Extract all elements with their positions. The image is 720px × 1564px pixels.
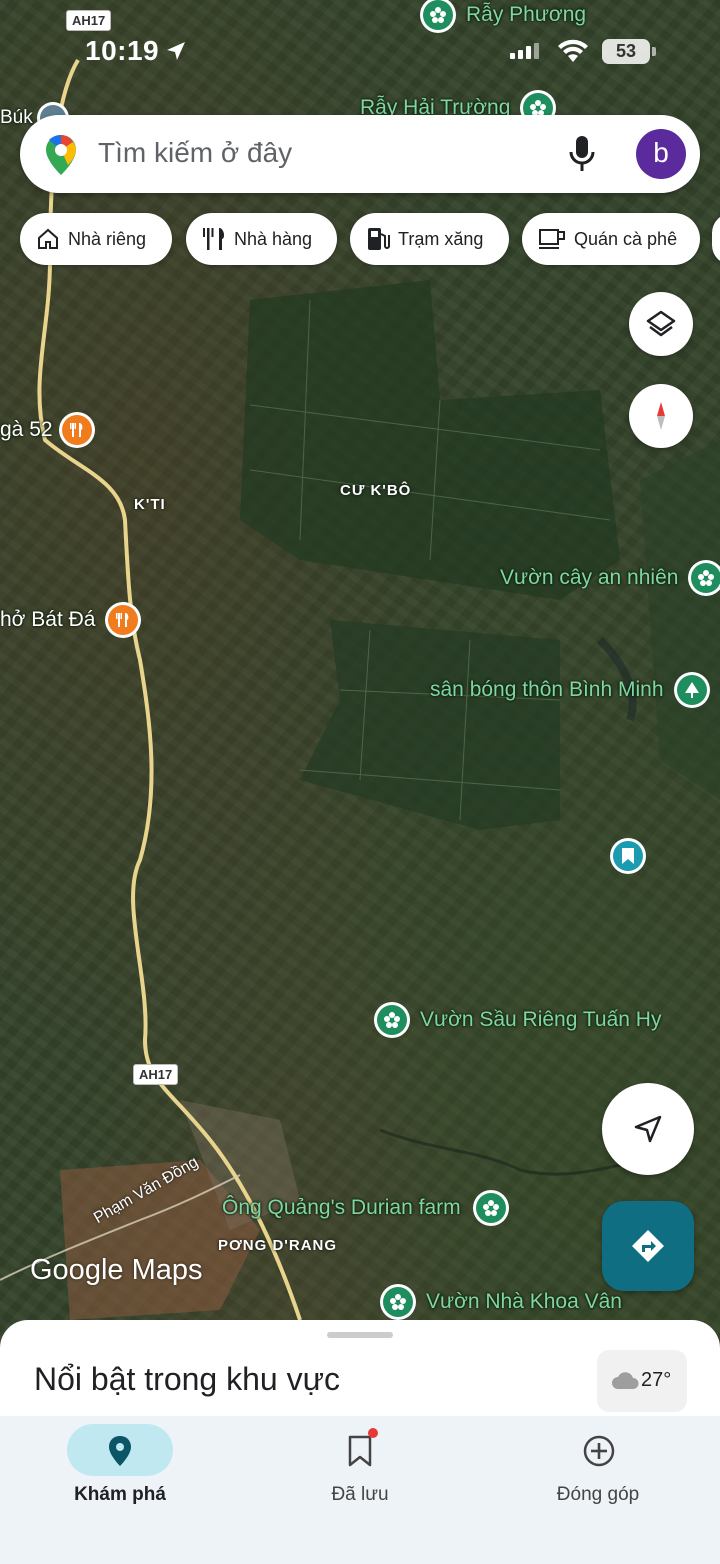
chip-gas-station[interactable]: Trạm xăng [350, 213, 509, 265]
chip-label: Nhà hàng [234, 228, 313, 249]
place-label-cu-kbo: CƯ K'BÔ [340, 482, 412, 499]
poi-san-bong-thon-binh-minh[interactable]: sân bóng thôn Bình Minh [430, 672, 710, 708]
tab-explore[interactable]: Khám phá [0, 1416, 240, 1516]
restaurant-icon [105, 602, 142, 638]
status-bar: 10:19 53 [0, 0, 720, 105]
poi-vuon-cay-an-nhien[interactable]: Vườn cây an nhiên [500, 560, 720, 596]
chip-label: Nhà riêng [68, 228, 147, 249]
status-time: 10:19 [85, 35, 160, 66]
tab-label: Đã lưu [331, 1484, 389, 1505]
search-bar[interactable]: Tìm kiếm ở đây b [20, 115, 700, 193]
location-arrow-icon [167, 42, 185, 60]
cloud-icon [612, 1372, 639, 1389]
poi-label: Vườn Nhà Khoa Vân [426, 1290, 622, 1313]
poi-label: Vườn cây an nhiên [500, 566, 679, 589]
microphone-icon[interactable] [568, 134, 596, 174]
poi-restaurant-ga-52[interactable]: gà 52 [0, 412, 95, 448]
poi-vuon-nha-khoa-van[interactable]: Vườn Nhà Khoa Vân [380, 1284, 622, 1320]
coffee-icon [539, 229, 565, 249]
tree-icon [673, 672, 710, 708]
bookmark-icon [348, 1435, 372, 1467]
flower-icon [688, 560, 720, 596]
chip-label: Quán cà phê [574, 228, 678, 249]
category-chips: Nhà riêng Nhà hàng Trạm xăng Quán cà phê [20, 213, 720, 267]
restaurant-icon [203, 228, 225, 250]
place-label-kti: K'TI [134, 496, 166, 513]
poi-restaurant-bat-da[interactable]: hở Bát Đá [0, 602, 142, 638]
bookmark-icon [622, 848, 634, 864]
poi-label: hở Bát Đá [0, 608, 96, 631]
navigation-arrow-icon [634, 1115, 662, 1143]
road-shield-ah17-bottom: AH17 [133, 1064, 179, 1085]
layers-icon [646, 310, 676, 337]
poi-ong-quang-durian-farm[interactable]: Ông Quảng's Durian farm [222, 1190, 509, 1226]
restaurant-icon [58, 412, 95, 448]
poi-label: Vườn Sầu Riêng Tuấn Hy [420, 1008, 662, 1031]
chip-label: Trạm xăng [398, 228, 484, 249]
flower-icon [380, 1284, 416, 1320]
chip-restaurant[interactable]: Nhà hàng [186, 213, 337, 265]
compass-button[interactable] [629, 384, 693, 448]
sheet-title: Nổi bật trong khu vực [34, 1361, 341, 1397]
google-maps-logo-icon [46, 135, 76, 175]
gas-station-icon [368, 228, 390, 250]
poi-vuon-sau-rieng-tuan-hy[interactable]: Vườn Sầu Riêng Tuấn Hy [374, 1002, 661, 1038]
weather-chip[interactable]: 27° [597, 1350, 687, 1412]
chip-home[interactable]: Nhà riêng [20, 213, 172, 265]
account-avatar[interactable]: b [636, 129, 686, 179]
compass-icon [657, 402, 665, 430]
poi-label: Búk [0, 107, 33, 128]
wifi-icon [558, 39, 588, 62]
home-icon [38, 228, 58, 249]
chip-more-partial[interactable] [712, 213, 720, 265]
poi-label: Ông Quảng's Durian farm [222, 1196, 461, 1219]
bottom-navigation: Khám phá Đã lưu Đóng góp [0, 1416, 720, 1564]
search-input[interactable]: Tìm kiếm ở đây [98, 137, 292, 169]
battery-indicator: 53 [602, 39, 650, 64]
add-circle-icon [583, 1435, 615, 1467]
explore-pin-icon [109, 1436, 131, 1466]
temperature: 27° [641, 1369, 672, 1391]
cellular-signal-icon [510, 43, 539, 59]
notification-dot [368, 1428, 378, 1438]
tab-label: Đóng góp [556, 1484, 640, 1505]
place-label-pong-drang: PƠNG D'RANG [218, 1237, 338, 1254]
flower-icon [374, 1002, 410, 1038]
saved-place-marker[interactable] [610, 838, 646, 874]
tab-contribute[interactable]: Đóng góp [478, 1416, 718, 1516]
poi-label: gà 52 [0, 418, 53, 441]
flower-icon [472, 1190, 509, 1226]
chip-coffee[interactable]: Quán cà phê [522, 213, 700, 265]
poi-label: sân bóng thôn Bình Minh [430, 678, 664, 701]
sheet-drag-handle[interactable] [327, 1332, 393, 1338]
tab-label: Khám phá [74, 1484, 166, 1505]
tab-saved[interactable]: Đã lưu [240, 1416, 480, 1516]
battery-tip [652, 47, 656, 56]
layers-button[interactable] [629, 292, 693, 356]
google-maps-attribution: Google Maps [30, 1254, 203, 1286]
directions-icon [632, 1230, 664, 1262]
directions-button[interactable] [602, 1201, 694, 1291]
my-location-button[interactable] [602, 1083, 694, 1175]
